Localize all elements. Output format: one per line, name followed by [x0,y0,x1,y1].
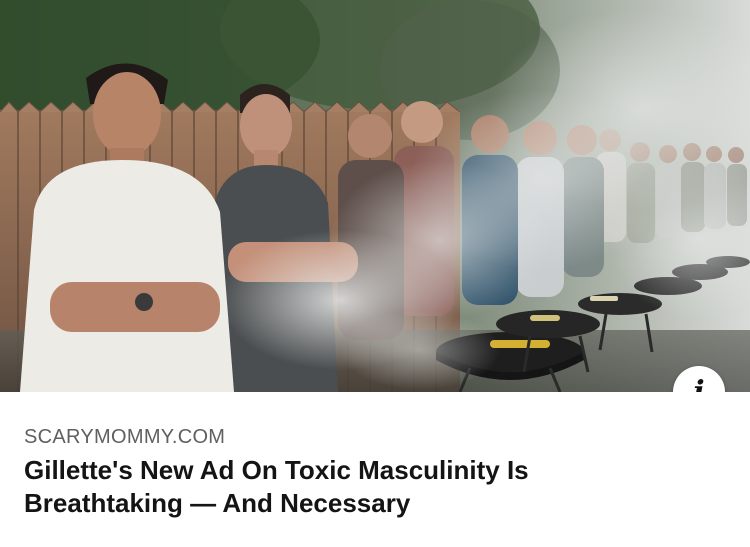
article-headline[interactable]: Gillette's New Ad On Toxic Masculinity I… [24,454,664,520]
link-preview-card[interactable]: i SCARYMOMMY.COM Gillette's New Ad On To… [0,0,750,547]
article-preview-image[interactable] [0,0,750,392]
link-caption[interactable]: SCARYMOMMY.COM Gillette's New Ad On Toxi… [0,392,750,547]
men-at-grills-photo [0,0,750,392]
source-domain: SCARYMOMMY.COM [24,426,226,448]
headline-line-1: Gillette's New Ad On Toxic Masculinity I… [24,455,529,485]
headline-line-2: Breathtaking — And Necessary [24,488,411,518]
